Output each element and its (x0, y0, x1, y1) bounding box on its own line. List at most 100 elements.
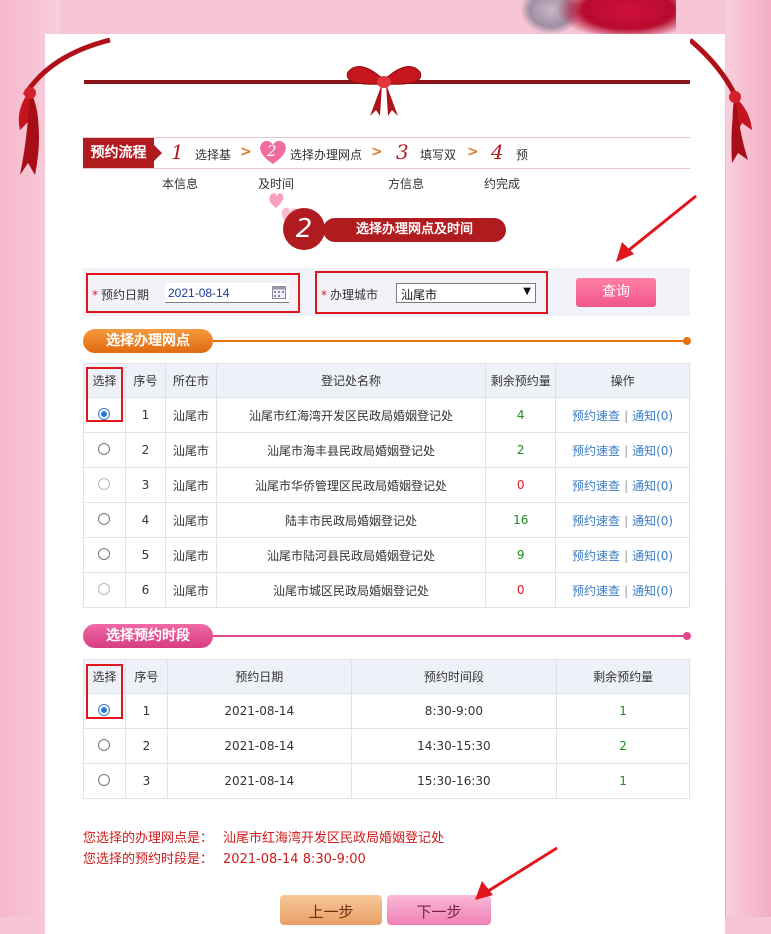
row-city: 汕尾市 (164, 572, 217, 608)
selected-office-value: 汕尾市红海湾开发区民政局婚姻登记处 (223, 831, 445, 846)
ribbon-right-decor (690, 38, 752, 163)
calendar-icon[interactable] (272, 285, 286, 299)
slot-time: 15:30-16:30 (350, 763, 558, 799)
progress-steps: 预约流程 1 选择基 > 选择办理网点 > 3 填写双 > 4 预 (83, 137, 690, 169)
row-index: 3 (124, 467, 166, 503)
separator: | (624, 583, 629, 598)
notify-link[interactable]: 通知(0) (632, 444, 673, 458)
separator: | (624, 443, 629, 458)
row-city: 汕尾市 (164, 467, 217, 503)
bow-decor (346, 66, 422, 116)
slot-date: 2021-08-14 (166, 728, 352, 764)
selected-office-label: 您选择的办理网点是： (83, 831, 214, 846)
chevron-right-icon: > (467, 144, 479, 160)
column-header: 所在市 (164, 363, 217, 398)
row-index: 5 (124, 537, 166, 573)
notify-link[interactable]: 通知(0) (632, 549, 673, 563)
office-radio[interactable] (98, 442, 111, 455)
quick-check-link[interactable]: 预约速查 (572, 549, 620, 563)
table-row: 1 2021-08-14 8:30-9:00 1 (83, 693, 690, 729)
office-radio-disabled (98, 582, 111, 595)
notify-link[interactable]: 通知(0) (632, 479, 673, 493)
office-radio-disabled (98, 477, 111, 490)
selected-slot-label: 您选择的预约时段是： (83, 852, 214, 867)
notify-link[interactable]: 通知(0) (632, 584, 673, 598)
step-3-text: 填写双 (420, 148, 457, 162)
slot-time: 14:30-15:30 (350, 728, 558, 764)
office-radio[interactable] (98, 547, 111, 560)
heart-step-2-icon: 2 (260, 140, 286, 164)
steps-title: 预约流程 (83, 138, 162, 168)
date-label: * 预约日期 (92, 288, 150, 302)
section-dot (683, 337, 691, 345)
offices-table: 选择 序号 所在市 登记处名称 剩余预约量 操作 1 汕尾市 汕尾市红海湾开发区… (83, 363, 690, 608)
separator: | (624, 478, 629, 493)
quick-check-link[interactable]: 预约速查 (572, 584, 620, 598)
city-select[interactable]: 汕尾市 ▼ (396, 283, 536, 303)
slots-section-header: 选择预约时段 (83, 624, 691, 648)
table-header-row: 选择 序号 所在市 登记处名称 剩余预约量 操作 (83, 363, 690, 398)
column-header: 预约日期 (166, 659, 352, 694)
current-step-banner: 选择办理网点及时间 2 (283, 205, 507, 250)
office-name: 汕尾市陆河县民政局婚姻登记处 (215, 537, 487, 573)
notify-link[interactable]: 通知(0) (632, 409, 673, 423)
step-4-text-line2: 约完成 (484, 177, 521, 191)
column-header: 序号 (124, 363, 166, 398)
step-3-number: 3 (396, 140, 409, 164)
chevron-right-icon: > (240, 144, 252, 160)
remaining-count: 0 (485, 467, 557, 503)
selected-office-summary: 您选择的办理网点是： 汕尾市红海湾开发区民政局婚姻登记处 (83, 827, 444, 846)
slot-radio[interactable] (98, 738, 111, 751)
quick-check-link[interactable]: 预约速查 (572, 409, 620, 423)
offices-section-title: 选择办理网点 (83, 329, 213, 353)
remaining-count: 4 (485, 397, 557, 433)
banner-step-number: 2 (283, 208, 325, 250)
section-line (213, 635, 683, 637)
table-row: 2 汕尾市 汕尾市海丰县民政局婚姻登记处 2 预约速查 | 通知(0) (83, 432, 690, 468)
step-1-number: 1 (171, 140, 184, 164)
row-index: 3 (124, 763, 168, 799)
remaining-count: 2 (485, 432, 557, 468)
selected-slot-value: 2021-08-14 8:30-9:00 (223, 852, 366, 867)
banner-title: 选择办理网点及时间 (323, 218, 506, 242)
quick-check-link[interactable]: 预约速查 (572, 479, 620, 493)
slot-radio[interactable] (98, 773, 111, 786)
row-index: 2 (124, 728, 168, 764)
separator: | (624, 548, 629, 563)
office-name: 汕尾市城区民政局婚姻登记处 (215, 572, 487, 608)
office-name: 陆丰市民政局婚姻登记处 (215, 502, 487, 538)
office-name: 汕尾市红海湾开发区民政局婚姻登记处 (215, 397, 487, 433)
date-field[interactable] (165, 283, 289, 303)
table-row: 2 2021-08-14 14:30-15:30 2 (83, 728, 690, 764)
slots-table: 选择 序号 预约日期 预约时间段 剩余预约量 1 2021-08-14 8:30… (83, 659, 690, 799)
table-header-row: 选择 序号 预约日期 预约时间段 剩余预约量 (83, 659, 690, 694)
remaining-count: 2 (556, 728, 690, 764)
column-header: 预约时间段 (350, 659, 558, 694)
separator: | (624, 408, 629, 423)
table-row: 4 汕尾市 陆丰市民政局婚姻登记处 16 预约速查 | 通知(0) (83, 502, 690, 538)
column-header: 剩余预约量 (556, 659, 690, 694)
step-1-text-line2: 本信息 (162, 177, 199, 191)
row-index: 2 (124, 432, 166, 468)
query-button[interactable]: 查询 (576, 278, 656, 307)
section-line (213, 340, 683, 342)
quick-check-link[interactable]: 预约速查 (572, 514, 620, 528)
notify-link[interactable]: 通知(0) (632, 514, 673, 528)
selected-slot-summary: 您选择的预约时段是： 2021-08-14 8:30-9:00 (83, 848, 366, 867)
remaining-count: 1 (556, 763, 690, 799)
table-row: 6 汕尾市 汕尾市城区民政局婚姻登记处 0 预约速查 | 通知(0) (83, 572, 690, 608)
table-row: 5 汕尾市 汕尾市陆河县民政局婚姻登记处 9 预约速查 | 通知(0) (83, 537, 690, 573)
row-city: 汕尾市 (164, 502, 217, 538)
step-4-number: 4 (491, 140, 504, 164)
annotation-arrow-icon (616, 194, 697, 262)
step-2-number: 2 (266, 142, 277, 160)
quick-check-link[interactable]: 预约速查 (572, 444, 620, 458)
step-1-text: 选择基 (195, 148, 232, 162)
section-dot (683, 632, 691, 640)
highlight-select-slot (86, 664, 123, 719)
prev-step-button[interactable]: 上一步 (280, 895, 382, 925)
row-index: 6 (124, 572, 166, 608)
slot-time: 8:30-9:00 (350, 693, 558, 729)
office-radio[interactable] (98, 512, 111, 525)
office-name: 汕尾市华侨管理区民政局婚姻登记处 (215, 467, 487, 503)
